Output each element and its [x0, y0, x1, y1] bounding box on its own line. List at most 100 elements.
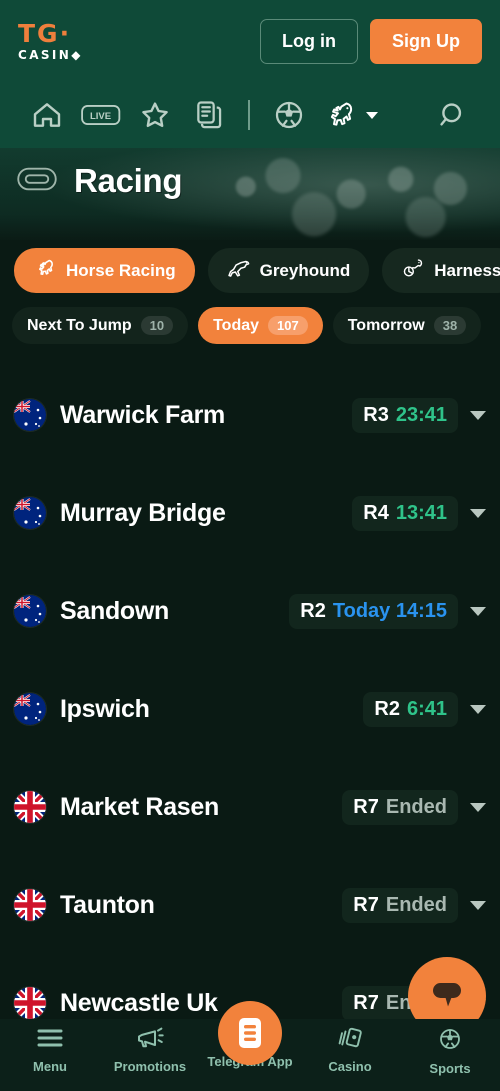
table-row[interactable]: Murray Bridge R4 13:41 [0, 464, 500, 562]
discipline-tab-label: Greyhound [259, 260, 351, 280]
venue-name: Taunton [60, 890, 155, 919]
expand-row-caret[interactable] [470, 410, 486, 420]
venue-name: Newcastle Uk [60, 988, 218, 1017]
star-icon[interactable] [128, 99, 182, 131]
flag-gb-icon [14, 791, 46, 823]
race-time: Ended [385, 893, 447, 916]
icon-navigation-bar: LIVE [0, 82, 500, 148]
bottom-nav-label: Casino [328, 1059, 372, 1074]
time-filter-label: Today [213, 316, 260, 334]
race-time: 23:41 [395, 403, 447, 426]
football-icon [436, 1027, 464, 1056]
bottom-nav-label: Promotions [113, 1059, 187, 1074]
bottom-nav-sports[interactable]: Sports [400, 1027, 500, 1076]
time-filter-label: Tomorrow [347, 316, 425, 334]
flag-au-icon [14, 693, 46, 725]
time-filter-count: 10 [140, 316, 174, 335]
racing-banner: Racing [0, 148, 500, 240]
football-icon[interactable] [262, 99, 316, 131]
time-filter-next-to-jump[interactable]: Next To Jump 10 [12, 307, 189, 344]
race-number: R7 [353, 795, 379, 818]
time-filter-today[interactable]: Today 107 [198, 307, 323, 344]
bottom-navigation-bar: Menu Promotions Telegram App [0, 1001, 500, 1091]
live-icon[interactable]: LIVE [74, 102, 128, 128]
venue-name: Warwick Farm [60, 400, 225, 429]
race-time-badge: R3 23:41 [352, 397, 458, 433]
table-row[interactable]: Sandown R2 Today 14:15 [0, 562, 500, 660]
race-time-badge: R7 Ended [342, 887, 458, 923]
home-icon[interactable] [20, 99, 74, 131]
brand-logo[interactable]: TG· CASIN◆ [18, 21, 83, 61]
time-filter-row: Next To Jump 10 Today 107 Tomorrow 38 [0, 293, 500, 344]
race-time-badge: R7 Ended [342, 789, 458, 825]
bottom-nav-label: Menu [33, 1059, 67, 1074]
bottom-nav-telegram-app[interactable]: Telegram App [200, 1001, 300, 1069]
venue-name: Sandown [60, 596, 170, 625]
race-time: Today 14:15 [332, 599, 447, 622]
login-button[interactable]: Log in [260, 18, 358, 64]
time-filter-count: 38 [433, 316, 467, 335]
logo-secondary-text: CASIN◆ [18, 48, 83, 62]
search-icon[interactable] [426, 99, 480, 131]
race-number: R2 [300, 599, 326, 622]
table-row[interactable]: Warwick Farm R3 23:41 [0, 366, 500, 464]
page-title: Racing [74, 162, 183, 199]
svg-text:LIVE: LIVE [90, 111, 111, 122]
bottom-nav-casino[interactable]: Casino [300, 1027, 400, 1074]
race-time-badge: R4 13:41 [352, 495, 458, 531]
discipline-tab-harness[interactable]: Harness [382, 248, 500, 293]
venue-name: Ipswich [60, 694, 150, 723]
discipline-tab-label: Horse Racing [66, 260, 176, 280]
discipline-tab-row: Horse Racing Greyhound Harness [0, 240, 500, 293]
discipline-tab-horse-racing[interactable]: Horse Racing [14, 248, 195, 293]
race-time: Ended [385, 795, 447, 818]
horse-icon [33, 257, 57, 284]
race-number: R3 [363, 403, 389, 426]
flag-au-icon [14, 595, 46, 627]
race-time-badge: R2 6:41 [363, 691, 458, 727]
logo-primary-text: TG· [18, 19, 72, 48]
race-number: R7 [353, 893, 379, 916]
time-filter-label: Next To Jump [27, 316, 132, 334]
signup-button[interactable]: Sign Up [370, 18, 482, 64]
flag-au-icon [14, 399, 46, 431]
table-row[interactable]: Ipswich R2 6:41 [0, 660, 500, 758]
time-filter-tomorrow[interactable]: Tomorrow 38 [332, 307, 482, 344]
bottom-nav-menu[interactable]: Menu [0, 1027, 100, 1074]
auth-button-group: Log in Sign Up [260, 18, 482, 64]
discipline-tab-label: Harness [434, 260, 500, 280]
race-time-badge: R2 Today 14:15 [289, 593, 458, 629]
race-time: 13:41 [395, 501, 447, 524]
expand-row-caret[interactable] [470, 606, 486, 616]
expand-row-caret[interactable] [470, 900, 486, 910]
expand-row-caret[interactable] [470, 508, 486, 518]
race-track-icon [16, 164, 58, 199]
bottom-nav-promotions[interactable]: Promotions [100, 1027, 200, 1074]
harness-icon [401, 257, 425, 284]
megaphone-icon [136, 1027, 164, 1054]
hamburger-icon [36, 1027, 64, 1054]
top-header: TG· CASIN◆ Log in Sign Up [0, 0, 500, 82]
greyhound-icon [227, 257, 251, 284]
table-row[interactable]: Market Rasen R7 Ended [0, 758, 500, 856]
race-number: R7 [353, 991, 379, 1014]
nav-divider [248, 100, 250, 130]
table-row[interactable]: Taunton R7 Ended [0, 856, 500, 954]
expand-row-caret[interactable] [470, 704, 486, 714]
discipline-tab-greyhound[interactable]: Greyhound [207, 248, 370, 293]
flag-gb-icon [14, 987, 46, 1019]
cards-icon [336, 1027, 364, 1054]
race-number: R2 [374, 697, 400, 720]
race-number: R4 [363, 501, 389, 524]
venue-name: Market Rasen [60, 792, 219, 821]
flag-gb-icon [14, 889, 46, 921]
expand-row-caret[interactable] [470, 802, 486, 812]
race-list: Warwick Farm R3 23:41 Murray Bridge R4 1… [0, 344, 500, 1052]
horse-racing-icon[interactable] [316, 98, 364, 132]
time-filter-count: 107 [268, 316, 308, 335]
venue-name: Murray Bridge [60, 498, 226, 527]
bet-slip-icon[interactable] [182, 99, 236, 131]
bottom-nav-label: Sports [429, 1061, 471, 1076]
racing-dropdown-caret[interactable] [366, 111, 378, 119]
chat-bubble-icon [427, 976, 467, 1017]
